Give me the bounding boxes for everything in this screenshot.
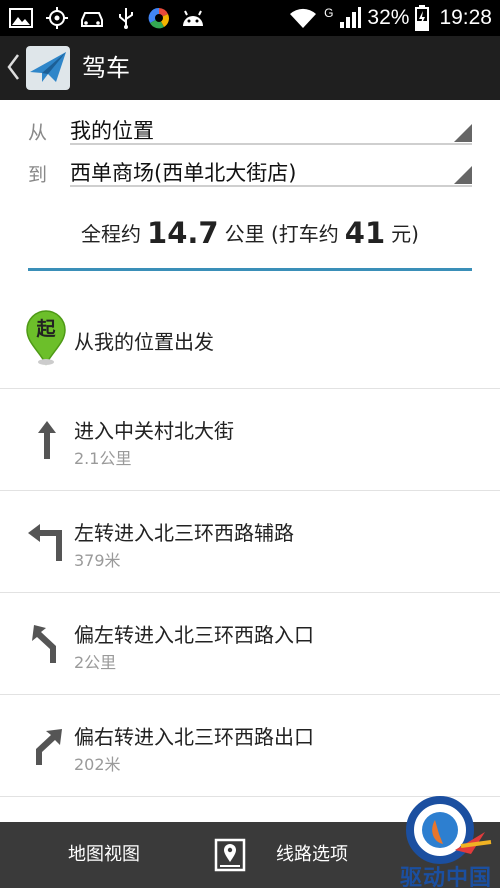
usb-icon <box>119 8 133 29</box>
step-title: 偏左转进入北三环西路入口 <box>74 623 314 647</box>
battery-percent: 32% <box>367 6 410 29</box>
summary-prefix: 全程约 <box>81 222 142 246</box>
step-title: 左转进入北三环西路辅路 <box>74 521 294 545</box>
to-field[interactable]: 西单商场(西单北大街店) <box>70 157 296 187</box>
to-dropdown-icon[interactable] <box>454 166 472 184</box>
route-options-icon[interactable] <box>214 838 246 872</box>
from-label: 从 <box>28 122 48 144</box>
summary-divider <box>28 268 472 271</box>
app-logo-icon[interactable] <box>26 46 70 90</box>
map-view-button[interactable]: 地图视图 <box>68 822 140 888</box>
arrow-slight-right-icon <box>36 729 62 765</box>
step-distance: 2.1公里 <box>74 449 132 468</box>
list-item-step-4[interactable]: 偏右转进入北三环西路出口 202米 <box>0 695 500 796</box>
route-summary: 全程约 14.7 公里 (打车约 41 元) <box>28 216 472 256</box>
arrow-straight-icon <box>38 421 56 459</box>
from-underline <box>70 143 472 145</box>
network-type-label: G <box>324 6 334 20</box>
status-bar: G 32% 19:28 <box>0 0 500 36</box>
summary-suffix: 元) <box>391 222 419 246</box>
from-field[interactable]: 我的位置 <box>70 115 154 145</box>
watermark-text: 驱动中国 <box>400 866 493 891</box>
car-icon <box>81 12 103 27</box>
clock: 19:28 <box>439 6 492 29</box>
start-marker-label: 起 <box>36 318 56 340</box>
summary-distance: 14.7 <box>147 216 219 250</box>
step-title: 从我的位置出发 <box>74 330 214 354</box>
step-distance: 202米 <box>74 755 121 774</box>
wifi-icon <box>290 8 317 28</box>
list-item-step-1[interactable]: 进入中关村北大街 2.1公里 <box>0 389 500 490</box>
step-title: 进入中关村北大街 <box>74 419 234 443</box>
android-icon <box>183 10 203 26</box>
summary-fare: 41 <box>344 216 386 250</box>
action-bar: 驾车 <box>0 36 500 100</box>
to-label: 到 <box>28 164 48 186</box>
from-dropdown-icon[interactable] <box>454 124 472 142</box>
step-distance: 379米 <box>74 551 121 570</box>
list-item-step-2[interactable]: 左转进入北三环西路辅路 379米 <box>0 491 500 592</box>
step-distance: 2公里 <box>74 653 117 672</box>
to-underline <box>70 185 472 187</box>
app-notification-icon <box>148 7 169 29</box>
summary-unit: 公里 (打车约 <box>224 222 339 246</box>
page-title: 驾车 <box>82 54 130 82</box>
back-chevron-icon[interactable] <box>6 53 20 81</box>
arrow-turn-left-icon <box>28 524 62 561</box>
gallery-icon <box>9 8 33 28</box>
battery-charging-icon <box>415 5 430 31</box>
route-options-button[interactable]: 线路选项 <box>276 822 348 888</box>
list-item-start[interactable]: 起 从我的位置出发 <box>0 296 500 388</box>
list-item-step-3[interactable]: 偏左转进入北三环西路入口 2公里 <box>0 593 500 694</box>
signal-icon <box>340 7 362 28</box>
arrow-slight-left-icon <box>32 625 56 663</box>
gps-icon <box>46 7 68 29</box>
step-title: 偏右转进入北三环西路出口 <box>74 725 314 749</box>
status-right: G 32% 19:28 <box>288 0 492 36</box>
